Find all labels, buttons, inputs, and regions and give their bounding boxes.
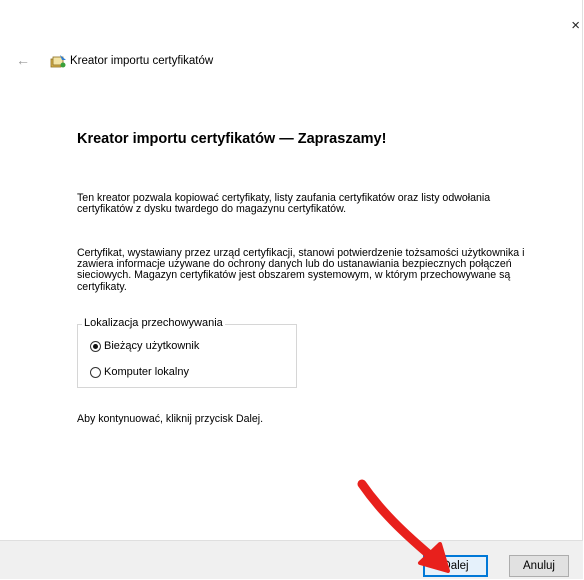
- page-heading: Kreator importu certyfikatów — Zapraszam…: [77, 131, 387, 147]
- close-button[interactable]: ×: [571, 18, 580, 33]
- certificate-import-wizard-window: × ← Kreator importu certyfikatów Kreator…: [0, 0, 583, 579]
- radio-local-machine[interactable]: Komputer lokalny: [90, 366, 189, 378]
- radio-current-user-label: Bieżący użytkownik: [104, 340, 200, 352]
- radio-local-machine-label: Komputer lokalny: [104, 366, 189, 378]
- continue-hint: Aby kontynuować, kliknij przycisk Dalej.: [77, 413, 264, 425]
- radio-current-user[interactable]: Bieżący użytkownik: [90, 340, 199, 352]
- cancel-button[interactable]: Anuluj: [509, 555, 569, 577]
- radio-button-unchecked[interactable]: [90, 366, 101, 378]
- next-button[interactable]: Dalej: [423, 555, 488, 577]
- radio-button-checked[interactable]: [90, 340, 101, 352]
- back-arrow-button[interactable]: ←: [16, 52, 30, 68]
- certificate-description-paragraph: Certyfikat, wystawiany przez urząd certy…: [77, 247, 525, 293]
- certificate-wizard-icon: [50, 55, 66, 68]
- store-location-group: Lokalizacja przechowywania Bieżący użytk…: [77, 317, 297, 388]
- store-location-legend: Lokalizacja przechowywania: [82, 317, 225, 329]
- wizard-footer: Dalej Anuluj: [0, 540, 583, 579]
- intro-paragraph: Ten kreator pozwala kopiować certyfikaty…: [77, 192, 491, 216]
- wizard-header: ← Kreator importu certyfikatów: [0, 52, 582, 72]
- wizard-title: Kreator importu certyfikatów: [70, 55, 214, 67]
